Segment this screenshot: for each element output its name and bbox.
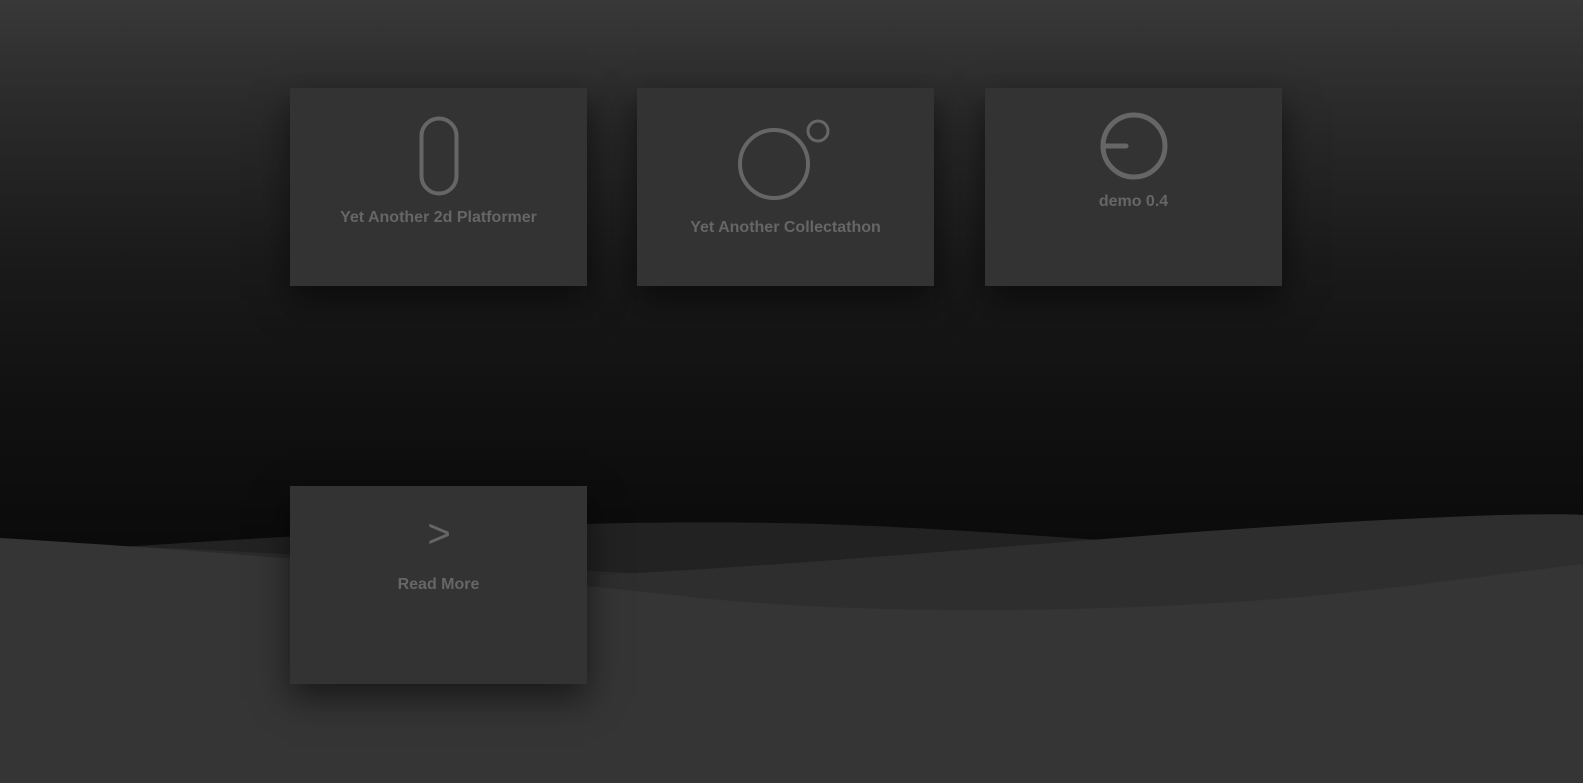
card-demo-0-4[interactable]: demo 0.4 [985, 88, 1282, 286]
card-title: demo 0.4 [1098, 193, 1169, 210]
svg-text:>: > [427, 512, 450, 556]
chevron-right-icon: > [290, 512, 587, 556]
power-dial-icon [985, 110, 1282, 182]
card-title: Yet Another Collectathon [690, 219, 881, 236]
collectible-rings-icon [637, 118, 934, 203]
card-read-more[interactable]: > Read More [290, 486, 587, 684]
background-waves [0, 514, 1583, 783]
card-yet-another-collectathon[interactable]: Yet Another Collectathon [637, 88, 934, 286]
card-title: Read More [397, 576, 480, 593]
card-title: Yet Another 2d Platformer [340, 209, 537, 226]
capsule-icon [290, 116, 587, 196]
card-yet-another-2d-platformer[interactable]: Yet Another 2d Platformer [290, 88, 587, 286]
